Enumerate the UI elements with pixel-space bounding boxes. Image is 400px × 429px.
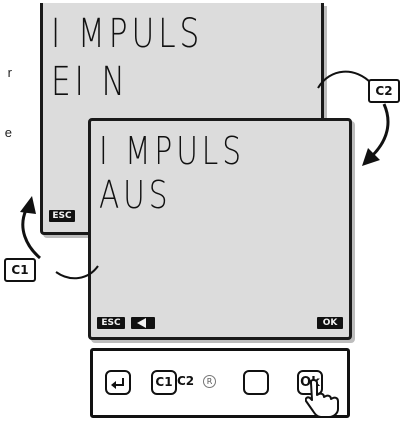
c1-arrowhead	[20, 196, 36, 214]
c2-key-label[interactable]: C2	[177, 374, 194, 388]
hand-pointer-icon	[305, 379, 339, 418]
blank-key[interactable]	[243, 370, 269, 395]
page: r e I MPULS EI N ESC I MPULS AUS ESC OK …	[0, 0, 400, 429]
registered-mark: R	[203, 375, 216, 388]
c1-curve-arrow	[21, 209, 41, 260]
c2-curve-arrow	[370, 103, 390, 158]
c1-connector-line	[55, 265, 99, 280]
c2-connector-line	[317, 70, 373, 89]
callout-c1: C1	[4, 258, 36, 282]
keypad: C1 C2 R Ok	[90, 348, 350, 418]
c1-key[interactable]: C1	[151, 370, 177, 395]
callout-c2: C2	[368, 79, 400, 103]
enter-arrow-icon	[111, 378, 124, 389]
enter-key[interactable]	[105, 370, 131, 395]
